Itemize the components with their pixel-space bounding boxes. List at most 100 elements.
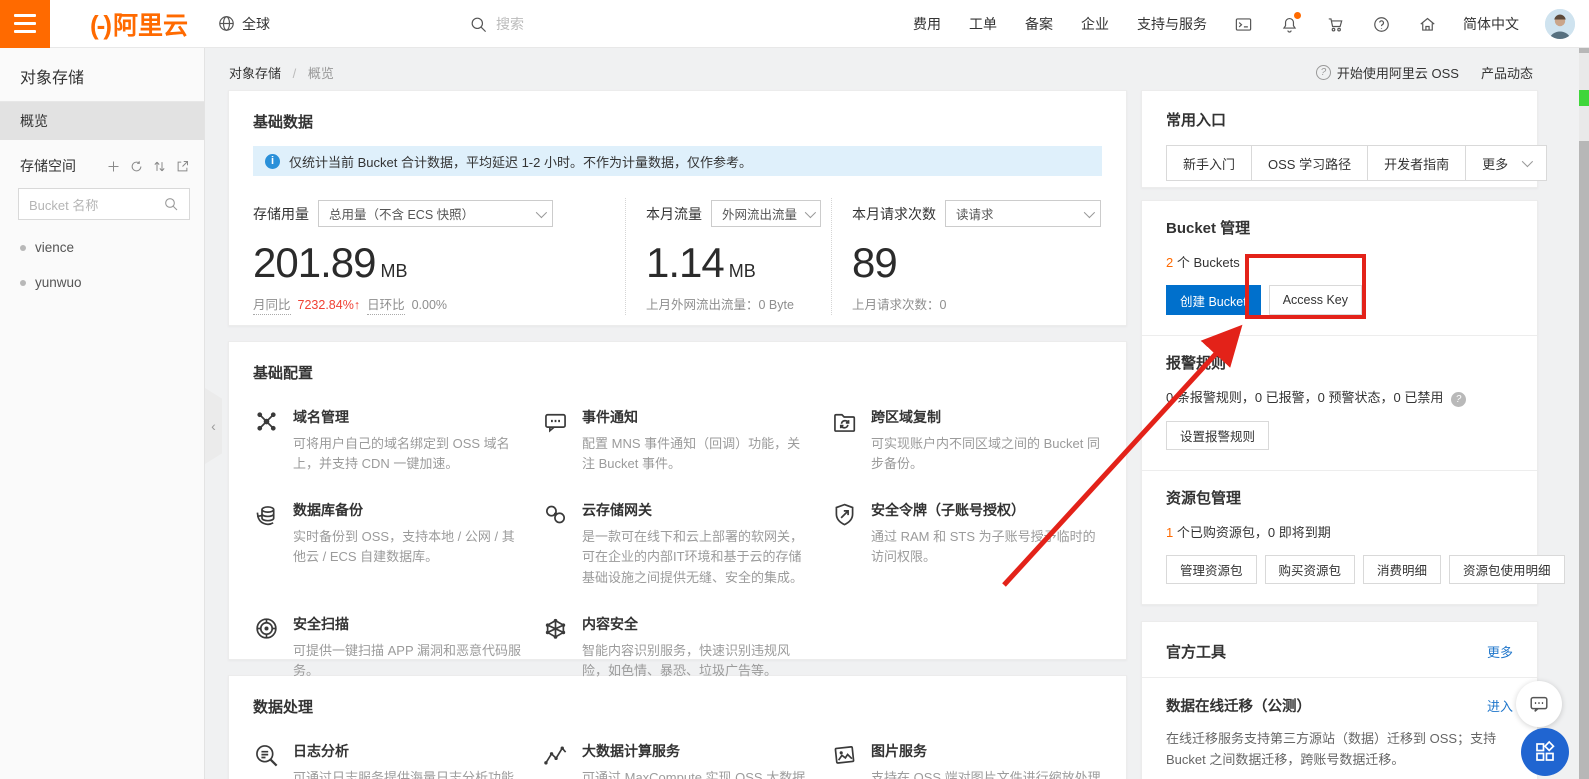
help-icon[interactable] xyxy=(1371,14,1391,34)
bucket-dot-icon xyxy=(20,245,26,251)
alarm-title: 报警规则 xyxy=(1166,352,1513,373)
product-news-link[interactable]: 产品动态 xyxy=(1481,63,1533,82)
quick-entry-label: OSS 学习路径 xyxy=(1268,154,1351,173)
main-column: 基础数据 i 仅统计当前 Bucket 合计数据，平均延迟 1-2 小时。不作为… xyxy=(228,90,1127,779)
bell-icon[interactable] xyxy=(1279,14,1299,34)
question-circle-icon[interactable]: ? xyxy=(1451,392,1466,407)
stat-head: 本月请求次数读请求 xyxy=(852,200,1102,227)
migration-enter-link[interactable]: 进入 xyxy=(1487,696,1513,715)
sort-icon[interactable] xyxy=(152,159,167,174)
log-icon xyxy=(253,742,280,769)
resource-pkg-button-2[interactable]: 购买资源包 xyxy=(1265,555,1356,584)
quick-entry-button-3[interactable]: 开发者指南 xyxy=(1367,145,1466,181)
feature-item-跨区域复制[interactable]: 跨区域复制可实现账户内不同区域之间的 Bucket 同步备份。 xyxy=(831,407,1102,474)
breadcrumb-root[interactable]: 对象存储 xyxy=(229,66,281,81)
storage-usage-select[interactable]: 总用量（不含 ECS 快照） xyxy=(318,200,553,227)
avatar[interactable] xyxy=(1545,9,1575,39)
topbar-nav-item-5[interactable]: 支持与服务 xyxy=(1137,14,1207,34)
feature-item-域名管理[interactable]: 域名管理可将用户自己的域名绑定到 OSS 域名上，并支持 CDN 一键加速。 xyxy=(253,407,524,474)
grid-diamond-icon xyxy=(1533,740,1557,764)
region-selector[interactable]: 全球 xyxy=(216,14,270,34)
feature-item-安全令牌（子账号授权）[interactable]: 安全令牌（子账号授权）通过 RAM 和 STS 为子账号授予临时的访问权限。 xyxy=(831,500,1102,587)
traffic-type-select[interactable]: 外网流出流量 xyxy=(711,200,821,227)
stat-unit: MB xyxy=(380,261,407,281)
language-selector[interactable]: 简体中文 xyxy=(1463,14,1519,34)
feature-item-事件通知[interactable]: 事件通知配置 MNS 事件通知（回调）功能，关注 Bucket 事件。 xyxy=(542,407,813,474)
sidebar-tool-icons xyxy=(106,159,190,174)
topbar-nav-item-2[interactable]: 工单 xyxy=(969,14,997,34)
migration-desc: 在线迁移服务支持第三方源站（数据）迁移到 OSS；支持 Bucket 之间数据迁… xyxy=(1166,729,1513,771)
home-icon[interactable] xyxy=(1417,14,1437,34)
resource-pkg-section: 资源包管理 1 个已购资源包，0 即将到期 管理资源包购买资源包消费明细资源包使… xyxy=(1142,470,1537,604)
scrollbar-track[interactable] xyxy=(1579,48,1589,779)
getting-started-link[interactable]: ? 开始使用阿里云 OSS xyxy=(1316,63,1459,82)
stat-sub-segment: 月同比 xyxy=(253,294,291,315)
app-launcher-button[interactable] xyxy=(1521,728,1569,776)
quick-entry-button-2[interactable]: OSS 学习路径 xyxy=(1251,145,1368,181)
create-bucket-button[interactable]: 创建 Bucket xyxy=(1166,285,1261,315)
feature-title: 安全令牌（子账号授权） xyxy=(871,500,1102,520)
topbar-nav-item-1[interactable]: 费用 xyxy=(913,14,941,34)
feature-item-图片服务[interactable]: 图片服务支持在 OSS 端对图片文件进行缩放处理 xyxy=(831,741,1102,779)
basic-data-card: 基础数据 i 仅统计当前 Bucket 合计数据，平均延迟 1-2 小时。不作为… xyxy=(228,90,1127,326)
topbar: (-) 阿里云 全球 搜索 费用 工单 备案 企业 支持与服务 xyxy=(0,0,1589,48)
migration-section: 数据在线迁移（公测） 进入 在线迁移服务支持第三方源站（数据）迁移到 OSS；支… xyxy=(1142,677,1537,779)
topbar-nav-item-4[interactable]: 企业 xyxy=(1081,14,1109,34)
resource-pkg-button-1[interactable]: 管理资源包 xyxy=(1166,555,1257,584)
plus-icon[interactable] xyxy=(106,159,121,174)
bucket-search-placeholder: Bucket 名称 xyxy=(29,195,98,214)
global-search-input[interactable]: 搜索 xyxy=(468,0,524,48)
feedback-chat-button[interactable] xyxy=(1516,681,1562,727)
feature-item-大数据计算服务[interactable]: 大数据计算服务可通过 MaxCompute 实现 OSS 大数据计算 xyxy=(542,741,813,779)
globe-icon xyxy=(216,14,236,34)
stat-3: 本月请求次数读请求 89 上月请求次数：0 xyxy=(831,198,1102,315)
stat-sub-segment: 上月请求次数：0 xyxy=(852,294,946,313)
bucket-mgmt-title: Bucket 管理 xyxy=(1166,217,1513,238)
bucket-search-input[interactable]: Bucket 名称 xyxy=(18,188,190,220)
replication-icon xyxy=(831,408,858,435)
resource-pkg-button-3[interactable]: 消费明细 xyxy=(1363,555,1441,584)
topbar-nav-item-3[interactable]: 备案 xyxy=(1025,14,1053,34)
feature-title: 数据库备份 xyxy=(293,500,524,520)
feature-item-安全扫描[interactable]: 安全扫描可提供一键扫描 APP 漏洞和恶意代码服务。 xyxy=(253,614,524,681)
hamburger-menu-button[interactable] xyxy=(0,0,50,48)
db-backup-icon xyxy=(253,501,280,528)
refresh-icon[interactable] xyxy=(129,159,144,174)
stat-value: 89 xyxy=(852,239,1102,287)
feature-item-内容安全[interactable]: 内容安全智能内容识别服务，快速识别违规风险，如色情、暴恐、垃圾广告等。 xyxy=(542,614,813,681)
feature-item-日志分析[interactable]: 日志分析可通过日志服务提供海量日志分析功能 xyxy=(253,741,524,779)
feature-text: 大数据计算服务可通过 MaxCompute 实现 OSS 大数据计算 xyxy=(582,741,813,779)
quick-entry-button-1[interactable]: 新手入门 xyxy=(1166,145,1252,181)
feature-title: 内容安全 xyxy=(582,614,813,634)
expand-icon[interactable] xyxy=(175,159,190,174)
chevron-down-icon xyxy=(805,206,816,217)
aliyun-logo[interactable]: (-) 阿里云 xyxy=(90,6,188,42)
sidebar-collapse-handle[interactable]: ‹ xyxy=(205,388,222,464)
bucket-item-yunwuo[interactable]: yunwuo xyxy=(0,265,204,300)
breadcrumb-separator: / xyxy=(293,66,297,81)
bucket-item-vience[interactable]: vience xyxy=(0,230,204,265)
terminal-icon[interactable] xyxy=(1233,14,1253,34)
tools-more-link[interactable]: 更多 xyxy=(1487,642,1513,661)
feature-title: 云存储网关 xyxy=(582,500,813,520)
stat-sub-segment: 0.00% xyxy=(412,298,447,312)
feature-item-数据库备份[interactable]: 数据库备份实时备份到 OSS，支持本地 / 公网 / 其他云 / ECS 自建数… xyxy=(253,500,524,587)
image-service-icon xyxy=(831,742,858,769)
request-type-select[interactable]: 读请求 xyxy=(945,200,1101,227)
basic-config-card: 基础配置 域名管理可将用户自己的域名绑定到 OSS 域名上，并支持 CDN 一键… xyxy=(228,341,1127,660)
logo-bracket-glyph: (-) xyxy=(90,10,110,41)
feature-text: 数据库备份实时备份到 OSS，支持本地 / 公网 / 其他云 / ECS 自建数… xyxy=(293,500,524,587)
bucket-mgmt-section: Bucket 管理 2 个 Buckets 创建 Bucket Access K… xyxy=(1142,201,1537,335)
sidebar-item-overview[interactable]: 概览 xyxy=(0,102,204,140)
feature-item-云存储网关[interactable]: 云存储网关是一款可在线下和云上部署的软网关，可在企业的内部IT环境和基于云的存储… xyxy=(542,500,813,587)
breadcrumb: 对象存储 / 概览 xyxy=(229,63,334,82)
resource-pkg-button-4[interactable]: 资源包使用明细 xyxy=(1449,555,1565,584)
access-key-button[interactable]: Access Key xyxy=(1269,285,1362,315)
token-icon xyxy=(831,501,858,528)
stat-sub-segment: 上月外网流出流量：0 Byte xyxy=(646,294,794,313)
quick-entry-more-button[interactable]: 更多 xyxy=(1465,145,1547,181)
cart-icon[interactable] xyxy=(1325,14,1345,34)
set-alarm-rules-button[interactable]: 设置报警规则 xyxy=(1166,421,1269,450)
quick-entry-title: 常用入口 xyxy=(1166,109,1513,130)
event-icon xyxy=(542,408,569,435)
